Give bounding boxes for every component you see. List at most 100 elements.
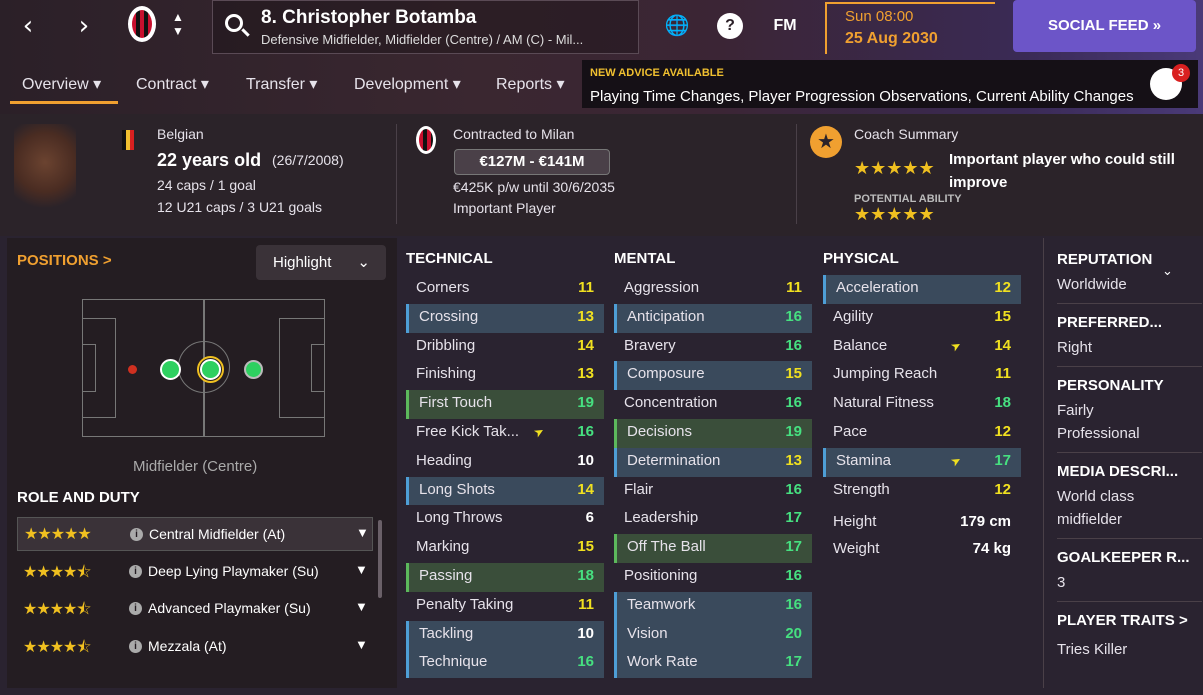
attribute-row[interactable]: Decisions 19 xyxy=(614,418,812,448)
attribute-name: Work Rate xyxy=(627,653,698,671)
attribute-value: 16 xyxy=(577,653,594,671)
attribute-row[interactable]: Composure 15 xyxy=(614,361,812,391)
social-feed-button[interactable]: SOCIAL FEED » xyxy=(1013,0,1196,52)
attribute-row[interactable]: Pace 12 xyxy=(823,419,1021,448)
attribute-row[interactable]: Stamina 17 ➤ xyxy=(823,447,1021,477)
highlight-label: Highlight xyxy=(273,254,332,271)
squad-status: Important Player xyxy=(453,200,556,216)
chevron-down-icon[interactable]: ▼ xyxy=(355,562,368,577)
transfer-value[interactable]: €127M - €141M xyxy=(454,149,610,175)
chevron-down-icon[interactable]: ▼ xyxy=(356,525,369,540)
trend-up-icon: ➤ xyxy=(948,452,964,470)
role-row[interactable]: ★★★★⯪ i Advanced Playmaker (Su) ▼ xyxy=(17,592,373,626)
attribute-row[interactable]: Concentration 16 xyxy=(614,390,812,419)
attribute-row[interactable]: Crossing 13 xyxy=(406,303,604,333)
attribute-row[interactable]: Finishing 13 xyxy=(406,361,604,390)
trend-up-icon: ➤ xyxy=(948,337,964,355)
attribute-row[interactable]: Vision 20 xyxy=(614,620,812,650)
belgium-flag-icon xyxy=(122,130,134,150)
u21-caps: 12 U21 caps / 3 U21 goals xyxy=(157,199,322,215)
attribute-row[interactable]: Heading 10 xyxy=(406,448,604,477)
preferred-foot-value: Right xyxy=(1057,339,1093,356)
tab-transfer[interactable]: Transfer ▾ xyxy=(246,70,317,104)
attribute-row[interactable]: Long Shots 14 xyxy=(406,476,604,506)
tab-reports-label: Reports xyxy=(496,76,553,93)
attribute-value: 17 xyxy=(785,538,802,556)
attribute-row[interactable]: Free Kick Tak... 16 ➤ xyxy=(406,419,604,448)
personality-value: Fairly Professional xyxy=(1057,402,1140,442)
attribute-row[interactable]: Aggression 11 xyxy=(614,275,812,304)
highlight-dropdown[interactable]: Highlight ⌄ xyxy=(256,245,386,280)
info-icon[interactable]: i xyxy=(130,528,143,541)
chevron-down-icon[interactable]: ▼ xyxy=(355,599,368,614)
attribute-row[interactable]: Tackling 10 xyxy=(406,620,604,650)
scrollbar[interactable] xyxy=(378,520,382,598)
info-icon[interactable]: i xyxy=(129,640,142,653)
help-icon[interactable]: ? xyxy=(717,13,743,39)
attribute-row[interactable]: Flair 16 xyxy=(614,477,812,506)
attribute-row[interactable]: Penalty Taking 11 xyxy=(406,592,604,621)
attribute-name: Flair xyxy=(624,480,654,498)
player-traits-link[interactable]: PLAYER TRAITS > xyxy=(1057,612,1188,629)
attribute-value: 12 xyxy=(994,422,1011,440)
attribute-row[interactable]: Off The Ball 17 xyxy=(614,534,812,563)
role-row[interactable]: ★★★★⯪ i Deep Lying Playmaker (Su) ▼ xyxy=(17,555,373,589)
role-label: Mezzala (At) xyxy=(148,638,227,654)
attribute-row[interactable]: Corners 11 xyxy=(406,275,604,304)
star-icon: ★ xyxy=(810,126,842,158)
player-header-box[interactable]: 8. Christopher Botamba Defensive Midfiel… xyxy=(212,0,639,54)
tab-reports[interactable]: Reports ▾ xyxy=(496,70,565,104)
divider xyxy=(1057,601,1202,602)
advice-count-badge: 3 xyxy=(1172,64,1190,82)
attribute-name: Vision xyxy=(627,624,668,642)
height-row: Height 179 cm xyxy=(823,509,1021,536)
info-icon[interactable]: i xyxy=(129,602,142,615)
attribute-row[interactable]: Marking 15 xyxy=(406,534,604,563)
attribute-row[interactable]: Natural Fitness 18 xyxy=(823,390,1021,419)
role-duty-heading: ROLE AND DUTY xyxy=(17,489,140,506)
attribute-row[interactable]: Positioning 16 xyxy=(614,563,812,592)
attribute-row[interactable]: Bravery 16 xyxy=(614,333,812,362)
attribute-value: 11 xyxy=(578,595,594,613)
role-row[interactable]: ★★★★★ i Central Midfielder (At) ▼ xyxy=(17,517,373,551)
age: 22 years old xyxy=(157,150,262,170)
mental-column: MENTAL Aggression 11 Anticipation 16 Bravery… xyxy=(614,247,812,679)
attribute-row[interactable]: First Touch 19 xyxy=(406,390,604,419)
advice-body: Playing Time Changes, Player Progression… xyxy=(590,88,1134,105)
back-arrow-icon[interactable]: ‹ xyxy=(14,12,42,40)
attribute-row[interactable]: Long Throws 6 xyxy=(406,505,604,534)
role-row[interactable]: ★★★★⯪ i Mezzala (At) ▼ xyxy=(17,630,373,664)
attribute-row[interactable]: Technique 16 xyxy=(406,649,604,679)
attribute-row[interactable]: Passing 18 xyxy=(406,562,604,592)
attribute-row[interactable]: Balance 14 ➤ xyxy=(823,333,1021,362)
chevron-down-icon[interactable]: ▼ xyxy=(355,637,368,652)
tab-development[interactable]: Development ▾ xyxy=(354,70,461,104)
positions-link[interactable]: POSITIONS > xyxy=(17,252,112,269)
forward-arrow-icon[interactable]: › xyxy=(70,12,98,40)
attribute-name: Jumping Reach xyxy=(833,365,938,383)
player-switch-icon[interactable]: ▲ ▼ xyxy=(170,10,186,38)
attribute-row[interactable]: Jumping Reach 11 xyxy=(823,361,1021,390)
attribute-row[interactable]: Work Rate 17 xyxy=(614,649,812,679)
attribute-value: 18 xyxy=(994,394,1011,412)
search-icon[interactable] xyxy=(225,14,243,32)
info-icon[interactable]: i xyxy=(129,565,142,578)
advice-banner[interactable]: NEW ADVICE AVAILABLE Playing Time Change… xyxy=(582,60,1198,108)
attribute-value: 6 xyxy=(585,509,594,527)
attribute-row[interactable]: Agility 15 xyxy=(823,304,1021,333)
globe-icon[interactable]: 🌐 xyxy=(664,13,690,39)
tab-overview[interactable]: Overview ▾ xyxy=(10,70,118,104)
attribute-row[interactable]: Leadership 17 xyxy=(614,505,812,534)
contract-club: Contracted to Milan xyxy=(453,126,575,142)
attribute-row[interactable]: Determination 13 xyxy=(614,447,812,477)
attribute-row[interactable]: Teamwork 16 xyxy=(614,591,812,621)
attribute-name: Bravery xyxy=(624,336,676,354)
attribute-row[interactable]: Anticipation 16 xyxy=(614,303,812,333)
trend-up-icon: ➤ xyxy=(531,423,547,441)
fm-icon[interactable]: FM xyxy=(770,13,800,39)
tab-contract[interactable]: Contract ▾ xyxy=(136,70,209,104)
club-crest-icon[interactable] xyxy=(128,6,156,42)
attribute-row[interactable]: Acceleration 12 xyxy=(823,275,1021,304)
attribute-row[interactable]: Dribbling 14 xyxy=(406,333,604,362)
attribute-row[interactable]: Strength 12 xyxy=(823,477,1021,506)
